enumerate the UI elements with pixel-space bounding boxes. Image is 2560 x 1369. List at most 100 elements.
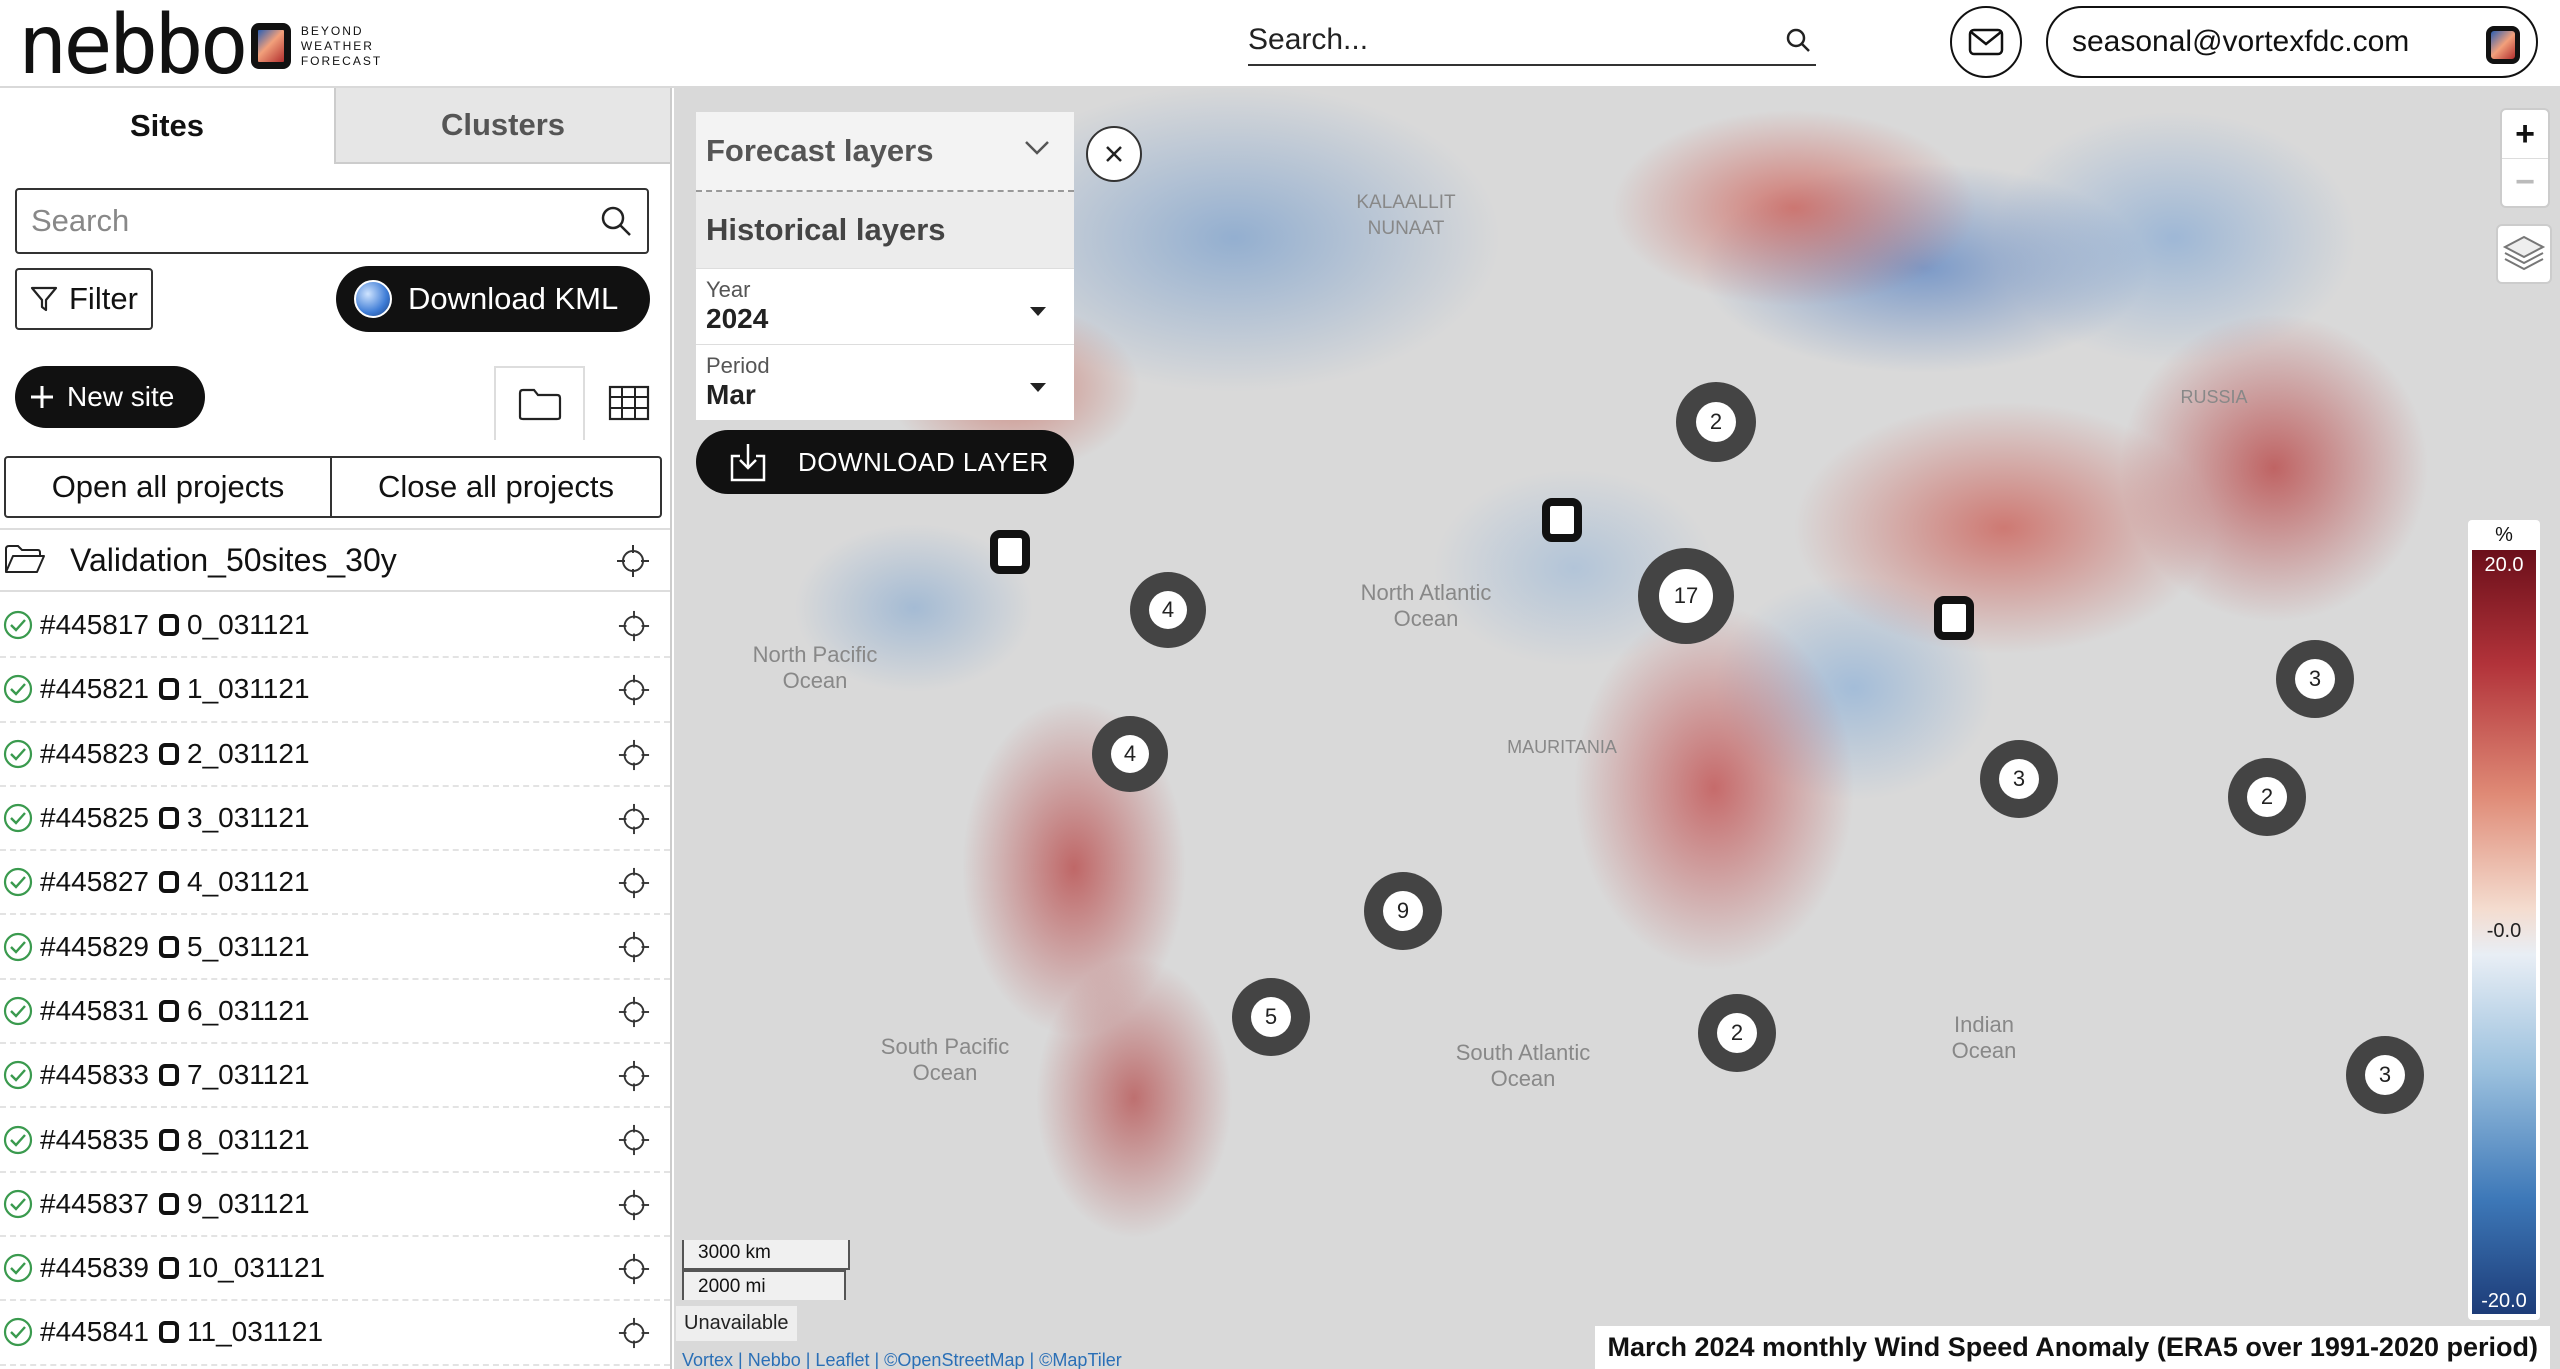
cluster-marker[interactable]: 4 bbox=[1130, 572, 1206, 648]
legend-mid: -0.0 bbox=[2486, 920, 2522, 942]
locate-site-icon[interactable] bbox=[618, 1189, 650, 1221]
layers-control-button[interactable] bbox=[2496, 224, 2552, 284]
cluster-marker[interactable]: 3 bbox=[2346, 1036, 2424, 1114]
filter-icon bbox=[30, 286, 58, 312]
download-layer-button[interactable]: DOWNLOAD LAYER bbox=[696, 430, 1074, 494]
site-list: #445817 0_031121 #445821 1_031121 #445823 2_0… bbox=[0, 594, 670, 1366]
map-label: KALAALLIT NUNAAT bbox=[1356, 192, 1456, 239]
site-row[interactable]: #445825 3_031121 bbox=[0, 787, 670, 852]
user-email: seasonal@vortexfdc.com bbox=[2072, 25, 2410, 58]
locate-site-icon[interactable] bbox=[618, 1060, 650, 1092]
map-label: Indian Ocean bbox=[1951, 1012, 2017, 1063]
map-label: North Pacific Ocean bbox=[752, 642, 878, 693]
global-search bbox=[1248, 18, 1816, 66]
new-site-button[interactable]: New site bbox=[15, 366, 205, 428]
layer-caption: March 2024 monthly Wind Speed Anomaly (E… bbox=[1595, 1326, 2550, 1369]
cluster-marker[interactable]: 3 bbox=[2276, 640, 2354, 718]
caret-down-icon bbox=[1030, 383, 1046, 392]
locate-site-icon[interactable] bbox=[618, 803, 650, 835]
table-view-button[interactable] bbox=[585, 366, 670, 440]
check-circle-icon bbox=[3, 611, 33, 640]
site-row[interactable]: #445831 6_031121 bbox=[0, 980, 670, 1045]
site-marker[interactable] bbox=[1934, 596, 1974, 640]
cluster-marker[interactable]: 9 bbox=[1364, 872, 1442, 950]
project-toggle-group: Open all projects Close all projects bbox=[4, 456, 662, 518]
folder-icon bbox=[518, 388, 561, 421]
globe-icon bbox=[354, 280, 392, 318]
locate-site-icon[interactable] bbox=[618, 1124, 650, 1156]
site-row[interactable]: #445839 10_031121 bbox=[0, 1237, 670, 1302]
close-all-projects-button[interactable]: Close all projects bbox=[332, 458, 660, 516]
site-id: #445841 bbox=[40, 1316, 150, 1348]
folder-view-button[interactable] bbox=[494, 366, 585, 440]
site-name: 5_031121 bbox=[187, 930, 310, 962]
locate-site-icon[interactable] bbox=[618, 1317, 650, 1349]
locate-site-icon[interactable] bbox=[618, 739, 650, 771]
cluster-marker[interactable]: 5 bbox=[1232, 978, 1310, 1056]
tab-sites[interactable]: Sites bbox=[0, 88, 334, 164]
site-row[interactable]: #445817 0_031121 bbox=[0, 594, 670, 659]
site-id: #445821 bbox=[40, 673, 150, 705]
locate-site-icon[interactable] bbox=[618, 867, 650, 899]
locate-site-icon[interactable] bbox=[618, 610, 650, 642]
historical-layers-header[interactable]: Historical layers bbox=[696, 192, 1074, 268]
locate-site-icon[interactable] bbox=[618, 674, 650, 706]
site-row[interactable]: #445821 1_031121 bbox=[0, 658, 670, 723]
unavailable-label: Unavailable bbox=[676, 1306, 797, 1341]
site-marker[interactable] bbox=[990, 530, 1030, 574]
locate-site-icon[interactable] bbox=[618, 996, 650, 1028]
nebbo-logo[interactable]: nebbo BEYOND WEATHER FORECAST bbox=[18, 0, 383, 93]
locate-project-icon[interactable] bbox=[616, 544, 650, 578]
forecast-layers-dropdown[interactable]: Forecast layers bbox=[696, 112, 1074, 192]
zoom-out-button[interactable]: − bbox=[2502, 158, 2548, 206]
period-select[interactable]: Period Mar bbox=[696, 344, 1074, 420]
site-name: 0_031121 bbox=[187, 609, 310, 641]
global-search-input[interactable] bbox=[1248, 18, 1748, 62]
site-id: #445817 bbox=[40, 609, 150, 641]
tab-clusters[interactable]: Clusters bbox=[334, 88, 670, 164]
year-select[interactable]: Year 2024 bbox=[696, 268, 1074, 344]
site-row[interactable]: #445835 8_031121 bbox=[0, 1108, 670, 1173]
search-icon[interactable] bbox=[599, 204, 633, 238]
new-site-label: New site bbox=[67, 381, 175, 412]
legend-max: 20.0 bbox=[2484, 554, 2524, 576]
locate-site-icon[interactable] bbox=[618, 1253, 650, 1285]
site-name: 11_031121 bbox=[187, 1316, 324, 1348]
locate-site-icon[interactable] bbox=[618, 931, 650, 963]
cluster-marker[interactable]: 17 bbox=[1638, 548, 1734, 644]
cluster-marker[interactable]: 4 bbox=[1092, 716, 1168, 792]
messages-button[interactable] bbox=[1950, 6, 2022, 78]
check-circle-icon bbox=[3, 868, 33, 897]
filter-button[interactable]: Filter bbox=[15, 268, 153, 330]
logo-wordmark: nebbo bbox=[18, 0, 249, 93]
site-row[interactable]: #445823 2_031121 bbox=[0, 723, 670, 787]
cluster-marker[interactable]: 2 bbox=[1698, 994, 1776, 1072]
user-menu[interactable]: seasonal@vortexfdc.com bbox=[2046, 6, 2538, 78]
logo-tagline: BEYOND WEATHER FORECAST bbox=[300, 23, 383, 68]
site-row[interactable]: #445837 9_031121 bbox=[0, 1173, 670, 1237]
site-row[interactable]: #445829 5_031121 bbox=[0, 915, 670, 980]
forecast-layers-label: Forecast layers bbox=[706, 133, 934, 168]
site-name: 7_031121 bbox=[187, 1059, 310, 1091]
site-marker[interactable] bbox=[1542, 498, 1582, 542]
site-search-input[interactable] bbox=[17, 190, 577, 252]
search-icon[interactable] bbox=[1784, 26, 1812, 54]
download-kml-button[interactable]: Download KML bbox=[336, 266, 650, 332]
site-row[interactable]: #445827 4_031121 bbox=[0, 851, 670, 916]
open-all-projects-button[interactable]: Open all projects bbox=[6, 458, 332, 516]
cluster-marker[interactable]: 2 bbox=[1676, 382, 1756, 462]
zoom-in-button[interactable]: + bbox=[2502, 110, 2548, 158]
project-row[interactable]: Validation_50sites_30y bbox=[0, 528, 670, 592]
scale-km: 3000 km bbox=[682, 1240, 850, 1270]
anomaly-map[interactable]: KALAALLIT NUNAAT North Atlantic Ocean No… bbox=[674, 88, 2560, 1369]
cluster-marker[interactable]: 2 bbox=[2228, 758, 2306, 836]
download-kml-label: Download KML bbox=[408, 281, 619, 316]
check-circle-icon bbox=[3, 996, 33, 1026]
map-attribution[interactable]: Vortex | Nebbo | Leaflet | ©OpenStreetMa… bbox=[682, 1350, 1122, 1369]
site-row[interactable]: #445833 7_031121 bbox=[0, 1044, 670, 1109]
avatar bbox=[2486, 26, 2520, 64]
close-panel-button[interactable] bbox=[1086, 126, 1142, 182]
site-row[interactable]: #445841 11_031121 bbox=[0, 1301, 670, 1366]
cluster-marker[interactable]: 3 bbox=[1980, 740, 2058, 818]
sidebar-tabs: Sites Clusters bbox=[0, 88, 670, 164]
